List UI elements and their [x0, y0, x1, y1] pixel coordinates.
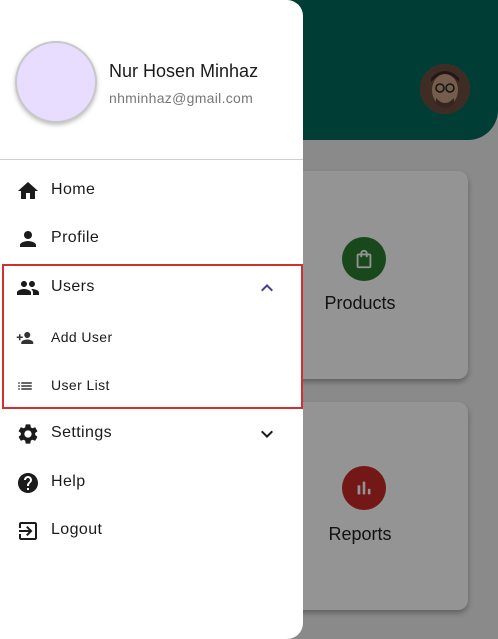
- home-icon: [16, 179, 40, 203]
- chevron-down-icon[interactable]: [255, 422, 279, 446]
- profile-avatar[interactable]: [15, 41, 97, 123]
- menu-label: Settings: [51, 424, 113, 441]
- menu-item-settings[interactable]: Settings: [0, 410, 303, 458]
- menu-item-logout[interactable]: Logout: [0, 507, 303, 555]
- menu-item-help[interactable]: Help: [0, 459, 303, 507]
- users-section-highlight: [2, 264, 303, 409]
- menu-item-home[interactable]: Home: [0, 167, 303, 215]
- logout-icon: [16, 519, 40, 543]
- profile-name: Nur Hosen Minhaz: [109, 61, 259, 81]
- help-icon: [16, 471, 40, 495]
- menu-label: Home: [51, 181, 96, 198]
- menu-label: Help: [51, 473, 86, 490]
- navigation-drawer: Nur Hosen Minhaz nhminhaz@gmail.com Home…: [0, 0, 303, 639]
- menu-label: Logout: [51, 521, 103, 538]
- profile-email: nhminhaz@gmail.com: [109, 90, 254, 106]
- person-icon: [16, 227, 40, 251]
- drawer-header: Nur Hosen Minhaz nhminhaz@gmail.com: [0, 0, 303, 160]
- menu-item-profile[interactable]: Profile: [0, 215, 303, 263]
- menu-label: Profile: [51, 229, 100, 246]
- gear-icon: [16, 422, 40, 446]
